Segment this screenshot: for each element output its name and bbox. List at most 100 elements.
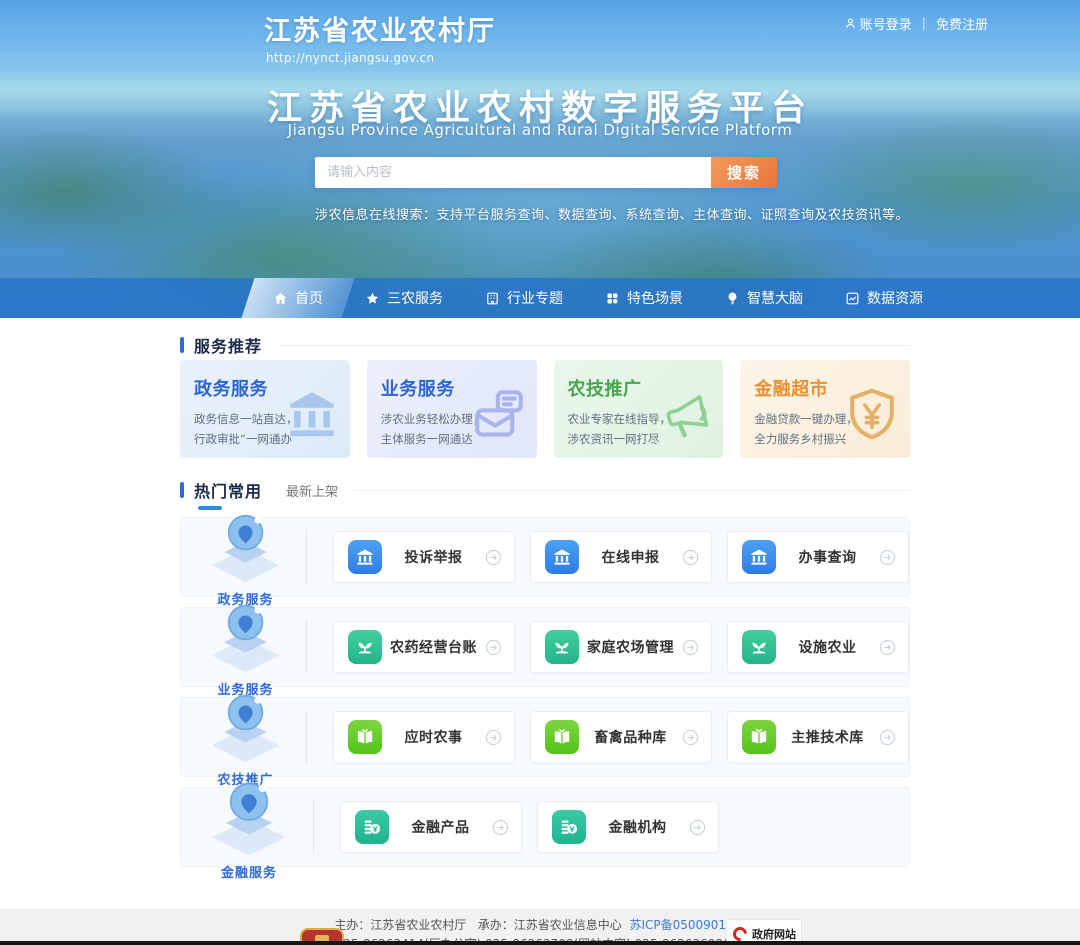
site-name: 江苏省农业农村厅 xyxy=(264,9,496,48)
arrow-circle-icon xyxy=(682,729,699,746)
service-category: 政务服务 xyxy=(203,506,288,608)
vertical-divider xyxy=(306,710,307,764)
person-icon xyxy=(844,17,857,30)
bank-icon xyxy=(545,540,579,574)
vertical-divider xyxy=(313,800,314,854)
service-item-label: 投诉举报 xyxy=(382,547,485,567)
service-item-label: 办事查询 xyxy=(776,547,879,567)
nav-item-industry[interactable]: 行业专题 xyxy=(464,278,584,318)
nav-item-label: 特色场景 xyxy=(627,288,683,308)
book-icon xyxy=(545,720,579,754)
recommend-card-biz[interactable]: 业务服务 涉农业务轻松办理，主体服务一网通达 xyxy=(367,360,537,458)
service-group-finance: 金融服务 金融产品 金融机构 xyxy=(180,787,910,867)
recommend-card-gov[interactable]: 政务服务 政务信息一站直达，行政审批“一网通办 xyxy=(180,360,350,458)
arrow-circle-icon xyxy=(879,729,896,746)
service-item[interactable]: 设施农业 xyxy=(727,621,909,673)
recommend-card-tech[interactable]: 农技推广 农业专家在线指导，涉农资讯一网打尽 xyxy=(554,360,724,458)
service-item-label: 畜禽品种库 xyxy=(579,727,682,747)
service-item[interactable]: 金融产品 xyxy=(340,801,522,853)
bank-icon xyxy=(348,540,382,574)
service-item[interactable]: 金融机构 xyxy=(537,801,719,853)
account-divider: | xyxy=(922,16,926,31)
nav-item-label: 行业专题 xyxy=(507,288,563,308)
recommend-card-finance[interactable]: 金融超市 金融贷款一键办理，全力服务乡村振兴 xyxy=(740,360,910,458)
arrow-circle-icon xyxy=(492,819,509,836)
bottom-edge-strip xyxy=(0,941,1080,945)
hero-banner: 江苏省农业农村厅 http://nynct.jiangsu.gov.cn 账号登… xyxy=(0,0,1080,318)
home-icon xyxy=(273,291,288,306)
site-logo[interactable]: 江苏省农业农村厅 http://nynct.jiangsu.gov.cn xyxy=(264,9,496,65)
search-input[interactable] xyxy=(315,157,711,188)
category-label: 金融服务 xyxy=(203,862,295,881)
service-item[interactable]: 畜禽品种库 xyxy=(530,711,712,763)
tab-hot-common[interactable]: 热门常用 xyxy=(194,478,262,502)
service-item[interactable]: 主推技术库 xyxy=(727,711,909,763)
service-item[interactable]: 在线申报 xyxy=(530,531,712,583)
nav-item-label: 首页 xyxy=(295,288,323,308)
bank-icon xyxy=(283,385,341,443)
chart-icon xyxy=(845,291,860,306)
footer-line1: 主办：江苏省农业农村厅 承办：江苏省农业信息中心 苏ICP备05009012号 xyxy=(0,916,1080,933)
hot-service-groups: 政务服务 投诉举报 在线申报 办事查询 业务服务 农药经营台账 家庭农场管理 设… xyxy=(180,517,910,877)
platform-subtitle: Jiangsu Province Agricultural and Rural … xyxy=(0,121,1080,139)
arrow-circle-icon xyxy=(485,549,502,566)
book-icon xyxy=(348,720,382,754)
star-icon xyxy=(365,291,380,306)
section-divider-line xyxy=(354,490,910,491)
section-recommend-header: 服务推荐 xyxy=(180,333,910,357)
nav-item-label: 三农服务 xyxy=(387,288,443,308)
mail-doc-icon xyxy=(470,385,528,443)
nav-item-sannong[interactable]: 三农服务 xyxy=(344,278,464,318)
service-item[interactable]: 投诉举报 xyxy=(333,531,515,583)
book-icon xyxy=(742,720,776,754)
service-item[interactable]: 办事查询 xyxy=(727,531,909,583)
sprout-icon xyxy=(545,630,579,664)
service-item[interactable]: 应时农事 xyxy=(333,711,515,763)
service-item[interactable]: 农药经营台账 xyxy=(333,621,515,673)
service-item-label: 设施农业 xyxy=(776,637,879,657)
service-group-tech: 农技推广 应时农事 畜禽品种库 主推技术库 xyxy=(180,697,910,777)
service-items: 投诉举报 在线申报 办事查询 xyxy=(333,531,909,583)
service-item-label: 金融机构 xyxy=(586,817,689,837)
service-item-label: 农药经营台账 xyxy=(382,637,485,657)
register-link[interactable]: 免费注册 xyxy=(936,14,988,33)
service-item-label: 应时农事 xyxy=(382,727,485,747)
vertical-divider xyxy=(306,530,307,584)
category-3d-icon xyxy=(203,569,288,588)
service-group-gov: 政务服务 投诉举报 在线申报 办事查询 xyxy=(180,517,910,597)
bank-icon xyxy=(742,540,776,574)
arrow-circle-icon xyxy=(682,549,699,566)
nav-item-data[interactable]: 数据资源 xyxy=(824,278,944,318)
search-button[interactable]: 搜索 xyxy=(711,157,777,188)
grid-icon xyxy=(605,291,620,306)
page: 江苏省农业农村厅 http://nynct.jiangsu.gov.cn 账号登… xyxy=(0,0,1080,945)
nav-item-label: 智慧大脑 xyxy=(747,288,803,308)
nav-item-home[interactable]: 首页 xyxy=(252,278,344,318)
arrow-circle-icon xyxy=(879,639,896,656)
recommend-cards: 政务服务 政务信息一站直达，行政审批“一网通办 业务服务 涉农业务轻松办理，主体… xyxy=(180,360,910,458)
service-item-label: 金融产品 xyxy=(389,817,492,837)
gov-badge-label: 政府网站 xyxy=(752,926,796,942)
coins-icon xyxy=(552,810,586,844)
section-hot-header: 热门常用 最新上架 xyxy=(180,478,910,502)
nav-item-scenes[interactable]: 特色场景 xyxy=(584,278,704,318)
site-url: http://nynct.jiangsu.gov.cn xyxy=(266,51,496,65)
account-area: 账号登录 | 免费注册 xyxy=(844,14,988,33)
section-accent-bar xyxy=(180,482,184,498)
service-item[interactable]: 家庭农场管理 xyxy=(530,621,712,673)
service-items: 金融产品 金融机构 xyxy=(340,801,719,853)
login-link[interactable]: 账号登录 xyxy=(844,14,912,33)
service-category: 金融服务 xyxy=(203,773,295,881)
arrow-circle-icon xyxy=(879,549,896,566)
search-hint: 涉农信息在线搜索：支持平台服务查询、数据查询、系统查询、主体查询、证照查询及农技… xyxy=(315,204,909,223)
category-3d-icon xyxy=(203,749,288,768)
section-accent-bar xyxy=(180,337,184,353)
main-nav: 首页 三农服务 行业专题 特色场景 智慧大脑 数据资源 xyxy=(0,278,1080,318)
top-header: 江苏省农业农村厅 http://nynct.jiangsu.gov.cn 账号登… xyxy=(0,0,1080,62)
nav-item-brain[interactable]: 智慧大脑 xyxy=(704,278,824,318)
tab-newly-listed[interactable]: 最新上架 xyxy=(286,481,338,500)
service-items: 应时农事 畜禽品种库 主推技术库 xyxy=(333,711,909,763)
sprout-icon xyxy=(742,630,776,664)
arrow-circle-icon xyxy=(485,729,502,746)
category-3d-icon xyxy=(203,842,295,861)
